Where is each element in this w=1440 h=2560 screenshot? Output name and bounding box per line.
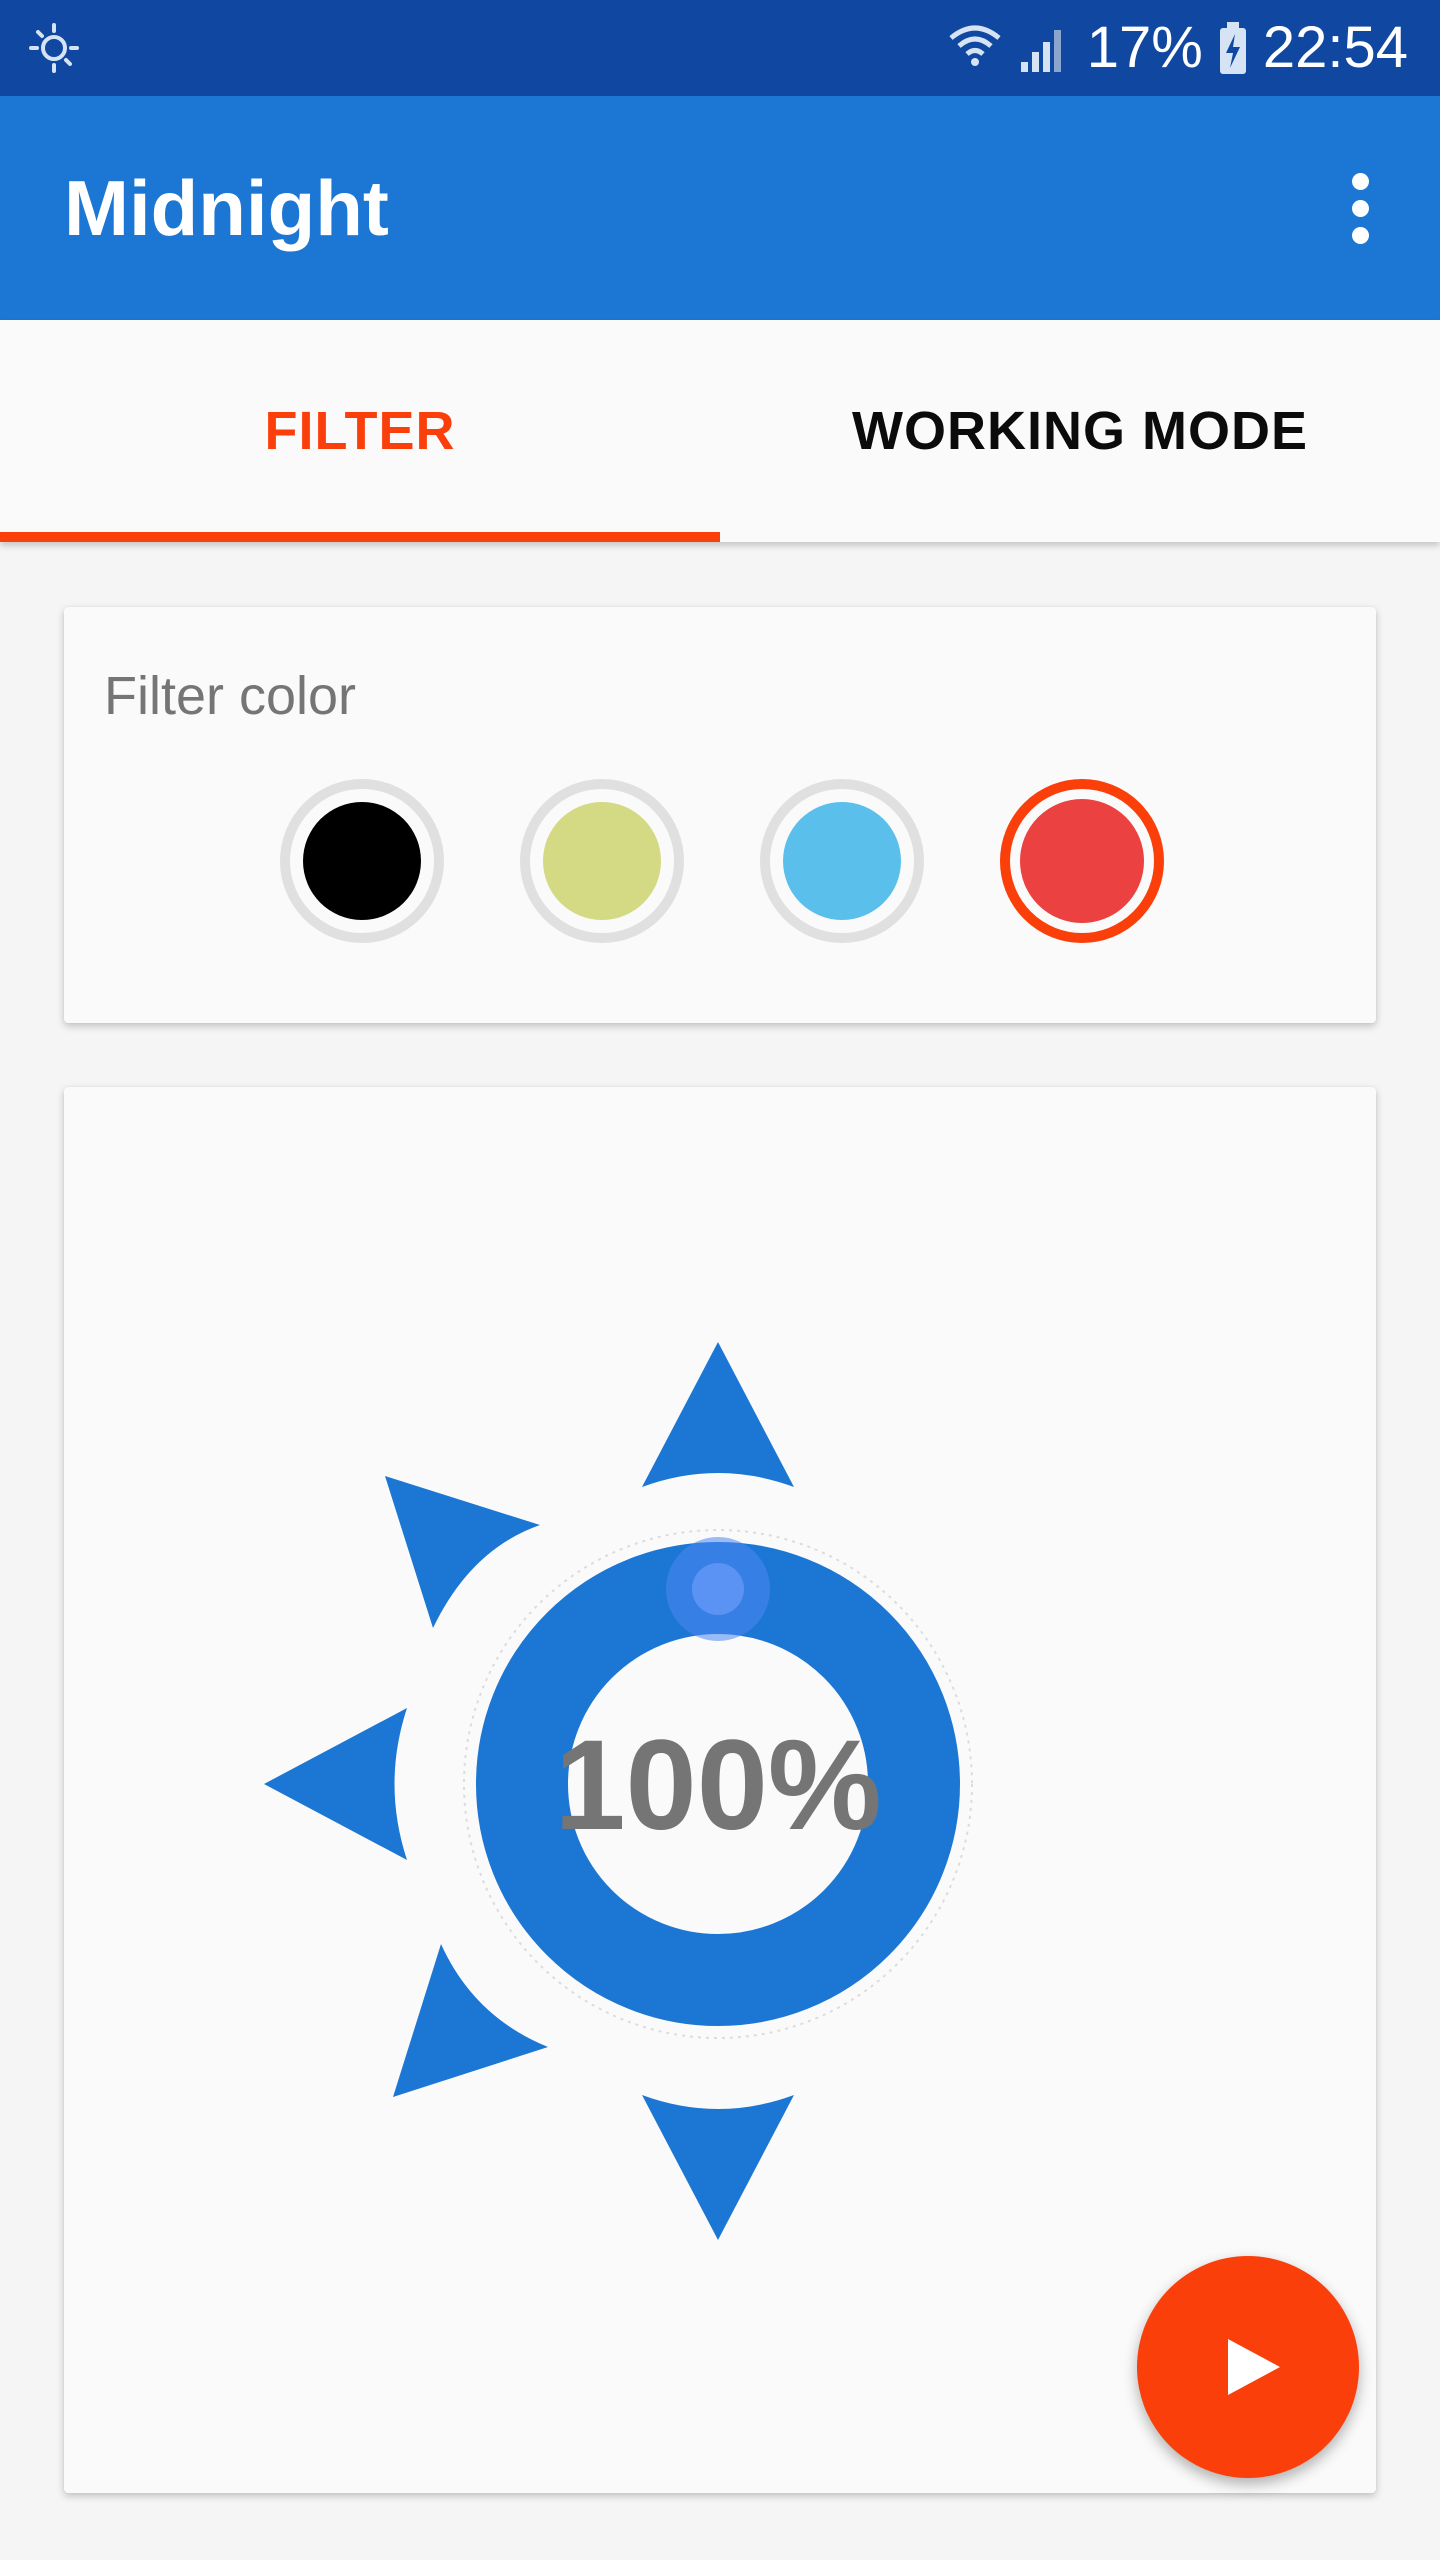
more-vert-icon[interactable]	[1320, 168, 1400, 248]
play-icon	[1228, 2339, 1280, 2395]
filter-color-title: Filter color	[104, 666, 357, 726]
tab-indicator	[0, 532, 720, 542]
screen: 17% 22:54 Midnight FILTER WORKING MODE F…	[0, 0, 1440, 2560]
clock: 22:54	[1262, 15, 1408, 80]
brightness-icon	[29, 23, 79, 73]
battery-charging-icon	[1219, 22, 1246, 74]
tab-bar: FILTER WORKING MODE	[0, 320, 1440, 542]
swatch-red[interactable]	[1000, 779, 1164, 943]
color-swatches	[64, 779, 1376, 943]
cellular-signal-icon	[1020, 30, 1061, 72]
sun-ray-lower-left	[393, 1944, 548, 2097]
app-bar: Midnight	[0, 96, 1440, 320]
swatch-blue-fill	[783, 802, 901, 920]
filter-color-card: Filter color	[64, 607, 1376, 1023]
battery-percent: 17%	[1086, 15, 1203, 80]
sun-ray-top	[642, 1342, 794, 1487]
dial-handle[interactable]	[692, 1563, 744, 1615]
swatch-black[interactable]	[280, 779, 444, 943]
start-button[interactable]	[1137, 2256, 1359, 2478]
swatch-yellow-fill	[543, 802, 661, 920]
tab-working-mode[interactable]: WORKING MODE	[720, 320, 1440, 542]
sun-ray-left	[264, 1708, 407, 1860]
swatch-black-fill	[303, 802, 421, 920]
status-bar: 17% 22:54	[0, 0, 1440, 96]
intensity-value: 100%	[554, 1714, 881, 1857]
swatch-yellow[interactable]	[520, 779, 684, 943]
sun-ray-bottom	[642, 2095, 794, 2240]
app-title: Midnight	[64, 164, 389, 252]
swatch-blue[interactable]	[760, 779, 924, 943]
swatch-red-fill	[1014, 793, 1150, 929]
tab-filter[interactable]: FILTER	[0, 320, 720, 542]
wifi-icon	[949, 25, 1001, 66]
sun-ray-upper-left	[385, 1476, 540, 1628]
